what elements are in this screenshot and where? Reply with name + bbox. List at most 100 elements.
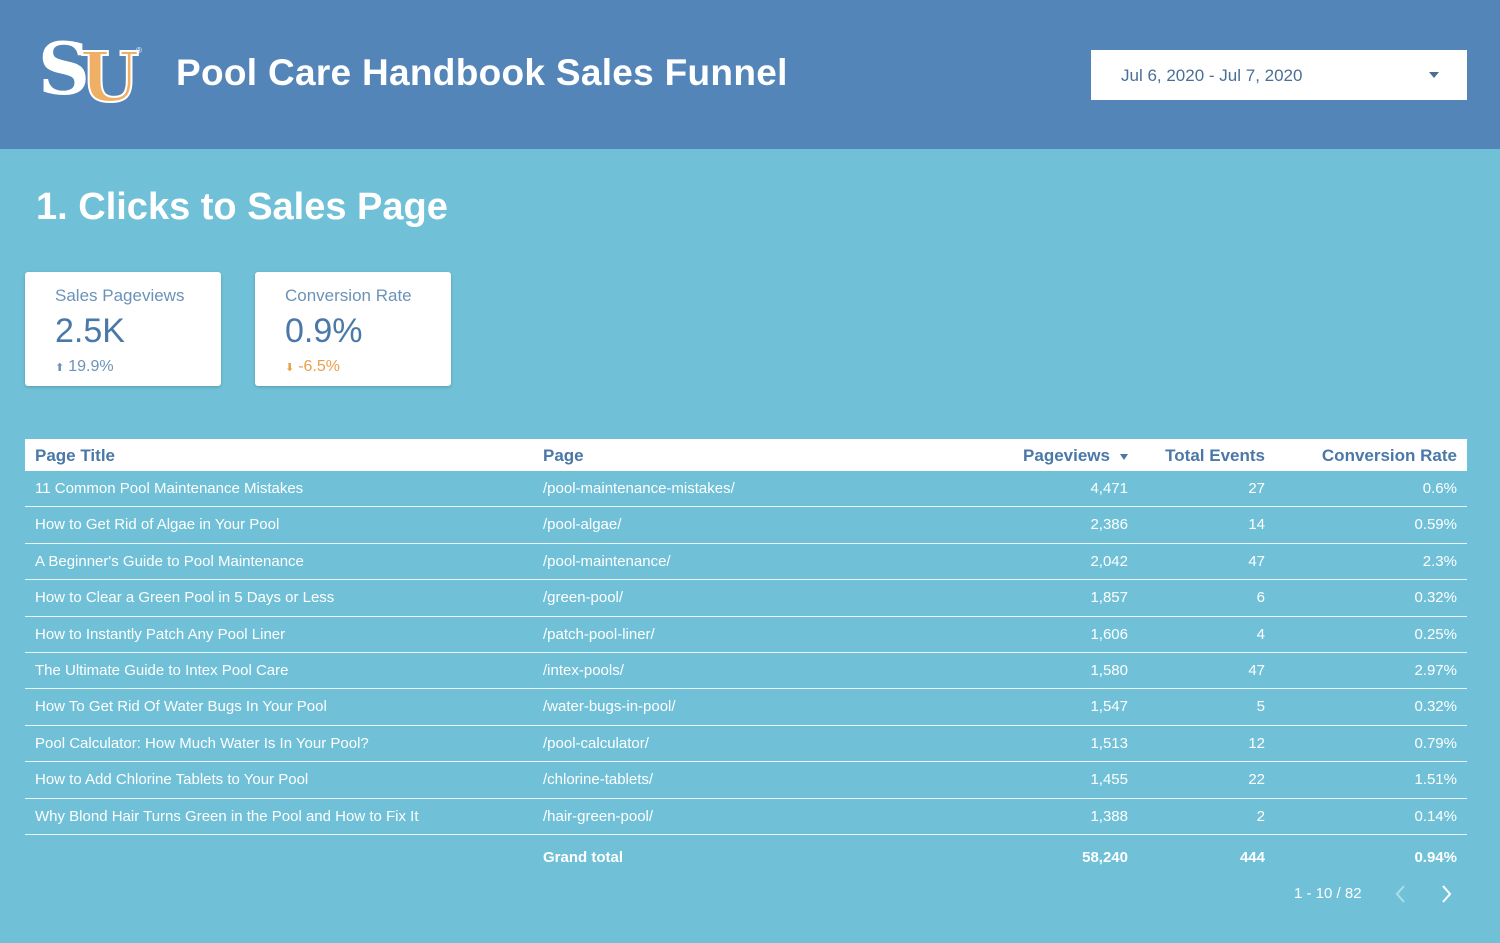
cell-conversion-rate: 2.97% — [1414, 661, 1457, 679]
date-range-picker[interactable]: Jul 6, 2020 - Jul 7, 2020 — [1091, 50, 1467, 100]
cell-page-title: How To Get Rid Of Water Bugs In Your Poo… — [35, 698, 327, 716]
cell-page: /patch-pool-liner/ — [543, 625, 655, 643]
scorecard-label: Conversion Rate — [285, 286, 412, 305]
cell-pageviews: 1,388 — [1090, 807, 1128, 825]
scorecard-conversion-rate: Conversion Rate 0.9% ⬇ -6.5% — [255, 272, 451, 386]
grand-total-pageviews: 58,240 — [1082, 849, 1128, 866]
cell-page-title: Why Blond Hair Turns Green in the Pool a… — [35, 807, 419, 825]
table-row[interactable]: How to Add Chlorine Tablets to Your Pool… — [25, 762, 1467, 799]
column-header-page-title[interactable]: Page Title — [35, 446, 115, 466]
cell-total-events: 27 — [1248, 480, 1265, 497]
cell-page: /pool-maintenance/ — [543, 552, 671, 570]
sort-desc-icon — [1120, 453, 1128, 460]
grand-total-row: Grand total 58,240 444 0.94% — [25, 849, 1467, 871]
table-row[interactable]: How to Instantly Patch Any Pool Liner/pa… — [25, 617, 1467, 653]
table-row[interactable]: Pool Calculator: How Much Water Is In Yo… — [25, 726, 1467, 763]
table-header: Page Title Page Pageviews Total Events C… — [25, 439, 1467, 471]
cell-pageviews: 1,606 — [1090, 625, 1128, 643]
cell-page: /water-bugs-in-pool/ — [543, 698, 676, 716]
logo-trademark: ® — [136, 46, 142, 55]
column-header-conversion-rate[interactable]: Conversion Rate — [1322, 446, 1457, 466]
cell-pageviews: 2,042 — [1090, 552, 1128, 570]
cell-total-events: 12 — [1248, 734, 1265, 752]
cell-pageviews: 2,386 — [1090, 516, 1128, 534]
table-row[interactable]: How to Get Rid of Algae in Your Pool/poo… — [25, 507, 1467, 544]
arrow-down-icon: ⬇ — [285, 362, 295, 374]
cell-total-events: 2 — [1256, 807, 1265, 825]
table-body: 11 Common Pool Maintenance Mistakes/pool… — [25, 471, 1467, 835]
scorecard-label: Sales Pageviews — [55, 286, 185, 305]
logo-letter-u: U — [79, 38, 140, 118]
table-row[interactable]: How To Get Rid Of Water Bugs In Your Poo… — [25, 689, 1467, 726]
cell-conversion-rate: 0.59% — [1414, 516, 1457, 534]
cell-pageviews: 1,857 — [1090, 589, 1128, 607]
cell-total-events: 47 — [1248, 552, 1265, 570]
scorecard-delta: ⬆ 19.9% — [55, 358, 114, 376]
column-header-page[interactable]: Page — [543, 446, 584, 466]
cell-total-events: 4 — [1256, 625, 1265, 643]
cell-page: /pool-maintenance-mistakes/ — [543, 480, 735, 497]
page-title: Pool Care Handbook Sales Funnel — [176, 52, 788, 93]
scorecard-delta-value: -6.5% — [298, 358, 341, 375]
cell-page: /intex-pools/ — [543, 661, 624, 679]
scorecard-sales-pageviews: Sales Pageviews 2.5K ⬆ 19.9% — [25, 272, 221, 386]
column-header-pageviews-label: Pageviews — [1023, 446, 1110, 465]
cell-conversion-rate: 0.14% — [1414, 807, 1457, 825]
cell-page: /pool-algae/ — [543, 516, 622, 534]
date-range-label: Jul 6, 2020 - Jul 7, 2020 — [1121, 66, 1303, 85]
cell-page: /pool-calculator/ — [543, 734, 649, 752]
cell-total-events: 22 — [1248, 771, 1265, 789]
cell-conversion-rate: 1.51% — [1414, 771, 1457, 789]
caret-down-icon — [1429, 72, 1439, 78]
scorecard-value: 2.5K — [55, 312, 125, 350]
cell-conversion-rate: 0.79% — [1414, 734, 1457, 752]
grand-total-events: 444 — [1239, 849, 1265, 866]
cell-conversion-rate: 0.32% — [1414, 698, 1457, 716]
pagination-label: 1 - 10 / 82 — [1294, 885, 1362, 902]
cell-page-title: How to Instantly Patch Any Pool Liner — [35, 625, 286, 643]
table-row[interactable]: Why Blond Hair Turns Green in the Pool a… — [25, 799, 1467, 835]
grand-total-conversion: 0.94% — [1414, 849, 1457, 866]
table-row[interactable]: The Ultimate Guide to Intex Pool Care/in… — [25, 653, 1467, 690]
cell-page: /chlorine-tablets/ — [543, 771, 654, 789]
scorecard-delta-value: 19.9% — [68, 358, 114, 375]
next-page-button[interactable] — [1436, 882, 1458, 906]
previous-page-button[interactable] — [1390, 882, 1412, 906]
scorecard-delta: ⬇ -6.5% — [285, 358, 340, 376]
cell-conversion-rate: 0.25% — [1414, 625, 1457, 643]
cell-page-title: 11 Common Pool Maintenance Mistakes — [35, 480, 304, 497]
section-title: 1. Clicks to Sales Page — [36, 186, 448, 228]
cell-pageviews: 1,547 — [1090, 698, 1128, 716]
column-header-pageviews[interactable]: Pageviews — [1023, 446, 1128, 466]
cell-total-events: 5 — [1256, 698, 1265, 716]
cell-conversion-rate: 2.3% — [1422, 552, 1457, 570]
cell-page-title: How to Get Rid of Algae in Your Pool — [35, 516, 280, 534]
cell-page-title: How to Clear a Green Pool in 5 Days or L… — [35, 589, 335, 607]
cell-page-title: How to Add Chlorine Tablets to Your Pool — [35, 771, 309, 789]
cell-pageviews: 4,471 — [1090, 480, 1128, 497]
cell-page-title: Pool Calculator: How Much Water Is In Yo… — [35, 734, 369, 752]
scorecard-value: 0.9% — [285, 312, 363, 350]
table-row[interactable]: A Beginner's Guide to Pool Maintenance/p… — [25, 544, 1467, 581]
column-header-total-events[interactable]: Total Events — [1165, 446, 1265, 466]
cell-total-events: 6 — [1256, 589, 1265, 607]
chevron-left-icon — [1395, 885, 1405, 903]
su-logo: S U ® — [38, 28, 142, 118]
cell-conversion-rate: 0.32% — [1414, 589, 1457, 607]
table-row[interactable]: 11 Common Pool Maintenance Mistakes/pool… — [25, 471, 1467, 508]
cell-pageviews: 1,580 — [1090, 661, 1128, 679]
cell-total-events: 14 — [1248, 516, 1265, 534]
table-row[interactable]: How to Clear a Green Pool in 5 Days or L… — [25, 580, 1467, 617]
cell-conversion-rate: 0.6% — [1422, 480, 1457, 497]
cell-page: /hair-green-pool/ — [543, 807, 654, 825]
cell-page-title: The Ultimate Guide to Intex Pool Care — [35, 661, 289, 679]
cell-page-title: A Beginner's Guide to Pool Maintenance — [35, 552, 304, 570]
header-bar: S U ® Pool Care Handbook Sales Funnel Ju… — [0, 0, 1500, 149]
cell-page: /green-pool/ — [543, 589, 624, 607]
grand-total-label: Grand total — [543, 849, 624, 866]
cell-total-events: 47 — [1248, 661, 1265, 679]
cell-pageviews: 1,513 — [1090, 734, 1128, 752]
cell-pageviews: 1,455 — [1090, 771, 1128, 789]
chevron-right-icon — [1442, 885, 1452, 903]
arrow-up-icon: ⬆ — [55, 362, 65, 374]
